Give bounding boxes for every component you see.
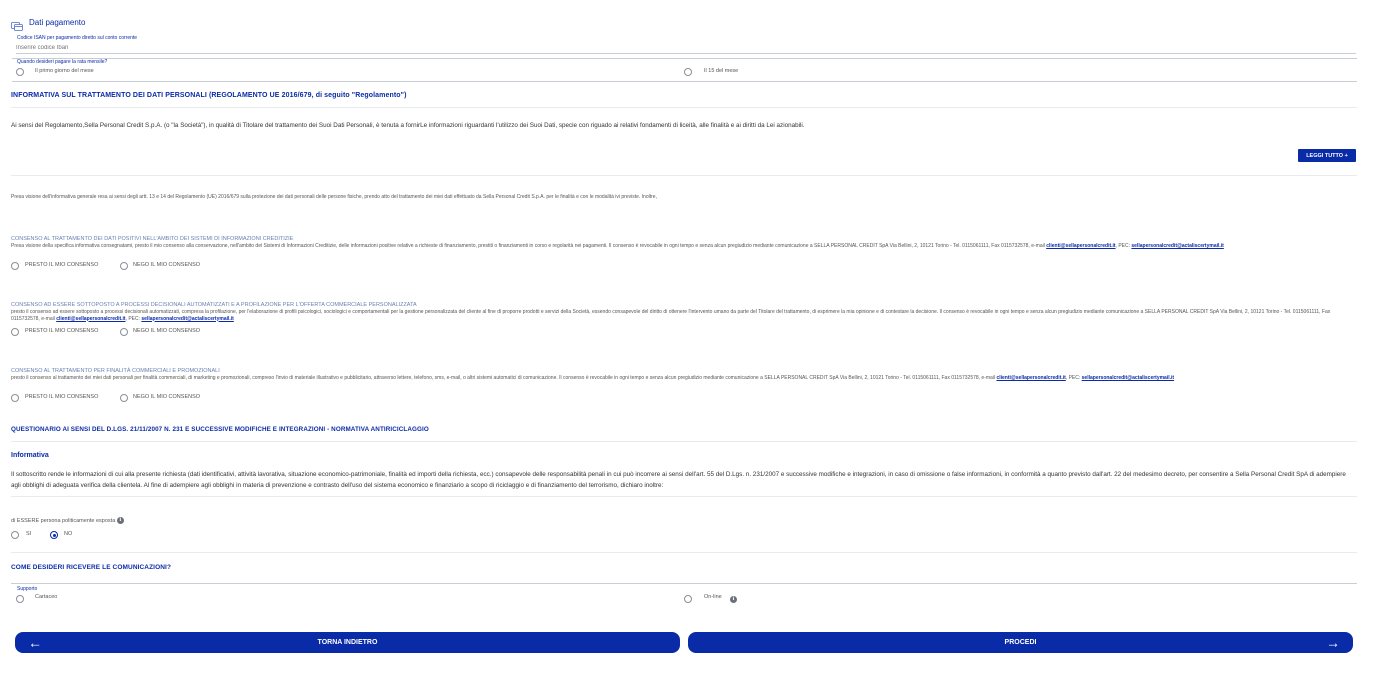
- communications-heading: COME DESIDERI RICEVERE LE COMUNICAZIONI?: [11, 564, 172, 571]
- consent-positive-data-title: CONSENSO AL TRATTAMENTO DEI DATI POSITIV…: [11, 236, 294, 242]
- aml-subheading: Informativa: [11, 452, 49, 459]
- consent-marketing-no-label: NEGO IL MIO CONSENSO: [133, 394, 201, 400]
- consent-profiling-title: CONSENSO AD ESSERE SOTTOPOSTO A PROCESSI…: [11, 302, 417, 308]
- iban-input[interactable]: [16, 42, 1356, 54]
- consent-marketing-text: presto il consenso al trattamento dei mi…: [11, 375, 1175, 381]
- rate-question-label: Quando desideri pagare la rata mensile?: [17, 59, 108, 65]
- consent-profiling-email-link[interactable]: clienti@sellapersonalcredit.it: [56, 316, 125, 322]
- iban-label: Codice ISAN per pagamento diretto sul co…: [17, 35, 138, 41]
- rate-first-day-label: Il primo giorno del mese: [35, 68, 94, 74]
- pep-question: di ESSERE persona politicamente esposta …: [11, 517, 124, 524]
- back-button-label: TORNA INDIETRO: [317, 639, 378, 646]
- rate-15th-label: Il 15 del mese: [704, 68, 739, 74]
- privacy-intro: Ai sensi del Regolamento,Sella Personal …: [11, 122, 805, 129]
- consent-marketing-yes-label: PRESTO IL MIO CONSENSO: [25, 394, 99, 400]
- next-button[interactable]: PROCEDI →: [688, 632, 1353, 653]
- info-icon[interactable]: i: [116, 517, 124, 524]
- rate-15th-radio[interactable]: [684, 68, 692, 76]
- consent-positive-email-link[interactable]: clienti@sellapersonalcredit.it: [1046, 243, 1115, 249]
- pep-no-label: NO: [64, 531, 73, 537]
- consent-positive-yes-radio[interactable]: [11, 262, 19, 270]
- rate-first-day-radio[interactable]: [16, 68, 24, 76]
- consent-marketing-no-radio[interactable]: [120, 394, 128, 402]
- consent-profiling-text: presto il consenso ad essere sottoposto …: [11, 309, 1331, 322]
- aml-heading: QUESTIONARIO AI SENSI DEL D.LGS. 21/11/2…: [11, 426, 429, 433]
- consent-profiling-no-radio[interactable]: [120, 328, 128, 336]
- payment-card-icon: [11, 18, 23, 31]
- consent-marketing-title: CONSENSO AL TRATTAMENTO PER FINALITÀ COM…: [11, 368, 220, 374]
- privacy-heading: INFORMATIVA SUL TRATTAMENTO DEI DATI PER…: [11, 92, 407, 99]
- pep-yes-radio[interactable]: [11, 531, 19, 539]
- support-paper-label: Cartaceo: [35, 594, 58, 600]
- support-paper-radio[interactable]: [16, 595, 24, 603]
- consent-profiling-no-label: NEGO IL MIO CONSENSO: [133, 328, 201, 334]
- consent-positive-data-text: Presa visione della specifica informativ…: [11, 243, 1224, 249]
- back-button[interactable]: ← TORNA INDIETRO: [15, 632, 680, 653]
- pep-yes-label: SI: [26, 531, 32, 537]
- consent-profiling-yes-radio[interactable]: [11, 328, 19, 336]
- consent-marketing-yes-radio[interactable]: [11, 394, 19, 402]
- consent-positive-yes-label: PRESTO IL MIO CONSENSO: [25, 262, 99, 268]
- consent-marketing-pec-link[interactable]: sellapersonalcredit@actaliscertymail.it: [1082, 375, 1174, 381]
- pep-no-radio[interactable]: [50, 531, 58, 539]
- consent-positive-no-label: NEGO IL MIO CONSENSO: [133, 262, 201, 268]
- consent-positive-pec-link[interactable]: sellapersonalcredit@actaliscertymail.it: [1131, 243, 1223, 249]
- arrow-right-icon: →: [1326, 634, 1340, 651]
- support-online-info-icon[interactable]: i: [730, 596, 737, 603]
- read-all-button[interactable]: LEGGI TUTTO +: [1298, 149, 1356, 162]
- consent-profiling-pec-link[interactable]: sellapersonalcredit@actaliscertymail.it: [141, 316, 233, 322]
- support-online-radio[interactable]: [684, 595, 692, 603]
- support-online-label: On-line: [704, 594, 722, 600]
- next-button-label: PROCEDI: [1004, 639, 1037, 646]
- consent-marketing-email-link[interactable]: clienti@sellapersonalcredit.it: [996, 375, 1065, 381]
- consent-positive-no-radio[interactable]: [120, 262, 128, 270]
- privacy-acknowledgement: Presa visione dell'informativa generale …: [11, 194, 657, 200]
- consent-profiling-yes-label: PRESTO IL MIO CONSENSO: [25, 328, 99, 334]
- arrow-left-icon: ←: [28, 634, 42, 651]
- support-label: Supporto: [17, 586, 38, 592]
- aml-text: Il sottoscritto rende le informazioni di…: [11, 471, 1346, 489]
- payment-section-title: Dati pagamento: [29, 18, 86, 27]
